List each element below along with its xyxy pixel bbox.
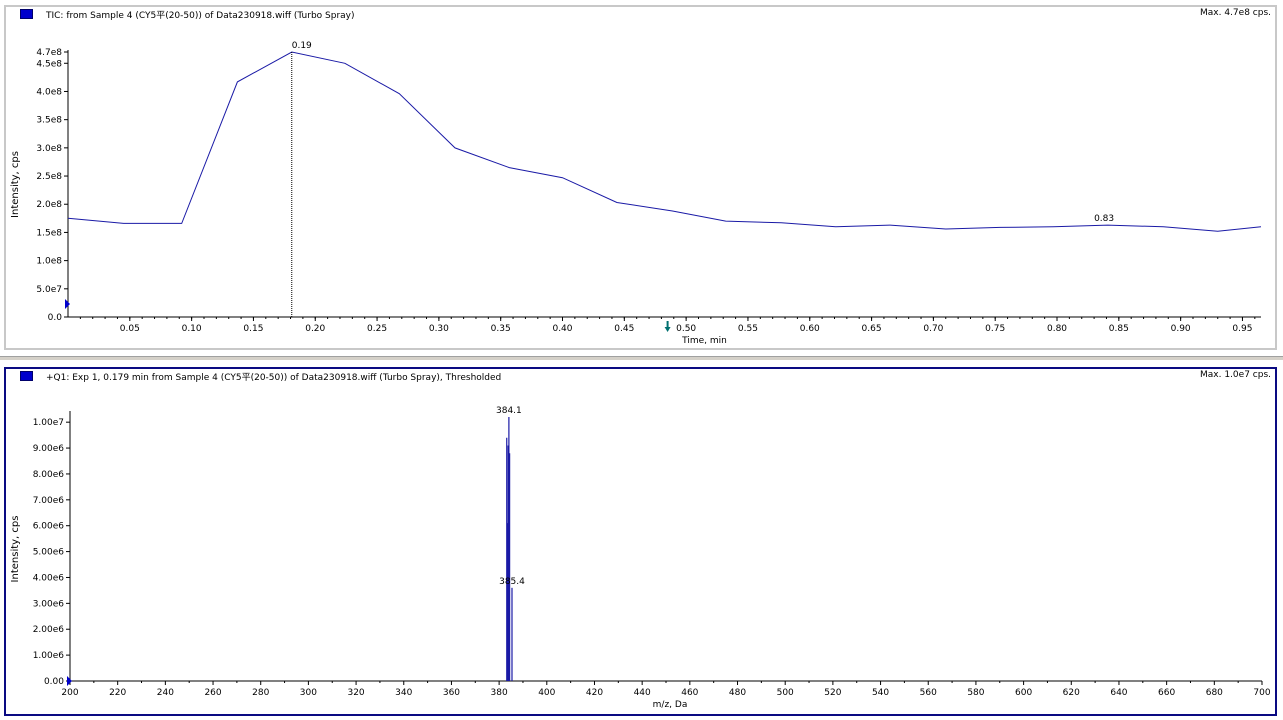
y-tick-label: 3.5e8 bbox=[36, 116, 62, 126]
x-tick-label: 480 bbox=[729, 688, 746, 698]
x-tick-label: 420 bbox=[586, 688, 603, 698]
x-tick-label: 0.20 bbox=[305, 324, 325, 334]
x-tick-label: 0.25 bbox=[367, 324, 387, 334]
x-tick-label: 620 bbox=[1063, 688, 1080, 698]
y-tick-label: 2.00e6 bbox=[33, 625, 65, 635]
x-tick-label: 0.85 bbox=[1109, 324, 1129, 334]
x-tick-label: 0.55 bbox=[738, 324, 758, 334]
peak-annotation: 0.19 bbox=[292, 41, 312, 51]
x-tick-label: 260 bbox=[204, 688, 221, 698]
x-tick-label: 400 bbox=[538, 688, 555, 698]
x-tick-label: 700 bbox=[1253, 688, 1270, 698]
x-tick-label: 680 bbox=[1206, 688, 1223, 698]
x-tick-label: 0.15 bbox=[243, 324, 263, 334]
x-tick-label: 580 bbox=[967, 688, 984, 698]
x-tick-label: 540 bbox=[872, 688, 889, 698]
peak-annotation: 0.83 bbox=[1094, 214, 1114, 224]
tic-chart[interactable]: 0.0 5.0e7 1.0e8 1.5e8 2.0e8 2.5e8 3.0e8 3.5e8 4.… bbox=[6, 7, 1275, 348]
x-tick-label: 500 bbox=[777, 688, 794, 698]
y-axis-label: Intensity, cps bbox=[10, 516, 21, 583]
x-tick-label: 440 bbox=[634, 688, 651, 698]
tic-trace-line bbox=[67, 51, 1262, 232]
x-tick-label: 0.90 bbox=[1171, 324, 1191, 334]
x-tick-label: 0.45 bbox=[614, 324, 634, 334]
tic-chromatogram-pane[interactable]: TIC: from Sample 4 (CY5平(20-50)) of Data… bbox=[4, 5, 1277, 350]
x-tick-label: 0.65 bbox=[862, 324, 882, 334]
y-tick-label: 0.0 bbox=[48, 313, 63, 323]
x-tick-label: 0.10 bbox=[182, 324, 202, 334]
x-tick-label: 0.35 bbox=[491, 324, 511, 334]
mass-spectrum-chart[interactable]: 0.00 1.00e6 2.00e6 3.00e6 4.00e6 5.00e6 6.00e6… bbox=[6, 369, 1275, 714]
y-tick-label: 4.5e8 bbox=[36, 59, 62, 69]
mass-spectrum-pane[interactable]: +Q1: Exp 1, 0.179 min from Sample 4 (CY5… bbox=[4, 367, 1277, 716]
x-tick-label: 0.60 bbox=[800, 324, 820, 334]
y-tick-label: 3.0e8 bbox=[36, 144, 62, 154]
x-tick-label: 320 bbox=[347, 688, 364, 698]
y-tick-label: 1.00e6 bbox=[33, 651, 65, 661]
y-tick-label: 2.0e8 bbox=[36, 200, 62, 210]
y-tick-label: 4.0e8 bbox=[36, 87, 62, 97]
x-tick-label: 0.05 bbox=[120, 324, 140, 334]
y-tick-label: 4.00e6 bbox=[33, 573, 65, 583]
peak-annotation: 385.4 bbox=[499, 577, 525, 587]
x-tick-label: 300 bbox=[300, 688, 317, 698]
y-tick-label: 1.5e8 bbox=[36, 228, 62, 238]
y-tick-label: 8.00e6 bbox=[33, 470, 65, 480]
x-tick-label: 600 bbox=[1015, 688, 1032, 698]
x-tick-label: 0.95 bbox=[1232, 324, 1252, 334]
x-tick-label: 340 bbox=[395, 688, 412, 698]
x-axis-label: Time, min bbox=[681, 336, 727, 346]
x-tick-label: 0.30 bbox=[429, 324, 449, 334]
x-tick-label: 220 bbox=[109, 688, 126, 698]
x-tick-label: 0.75 bbox=[985, 324, 1005, 334]
y-tick-label: 7.00e6 bbox=[33, 496, 65, 506]
x-tick-label: 0.70 bbox=[923, 324, 943, 334]
y-tick-label: 0.00 bbox=[44, 677, 64, 687]
y-tick-label: 5.0e7 bbox=[36, 285, 62, 295]
y-tick-label: 4.7e8 bbox=[36, 48, 62, 58]
x-tick-label: 380 bbox=[491, 688, 508, 698]
y-tick-label: 5.00e6 bbox=[33, 548, 65, 558]
x-tick-label: 520 bbox=[824, 688, 841, 698]
x-tick-label: 360 bbox=[443, 688, 460, 698]
x-tick-label: 640 bbox=[1110, 688, 1127, 698]
x-tick-label: 0.50 bbox=[676, 324, 696, 334]
y-axis-label: Intensity, cps bbox=[10, 151, 21, 218]
y-tick-label: 9.00e6 bbox=[33, 444, 65, 454]
x-tick-label: 460 bbox=[681, 688, 698, 698]
x-tick-label: 560 bbox=[920, 688, 937, 698]
x-tick-label: 240 bbox=[157, 688, 174, 698]
x-tick-label: 200 bbox=[61, 688, 78, 698]
y-tick-label: 1.00e7 bbox=[33, 418, 64, 428]
peak-annotation: 384.1 bbox=[496, 406, 522, 416]
x-tick-label: 0.80 bbox=[1047, 324, 1067, 334]
y-tick-label: 2.5e8 bbox=[36, 172, 62, 182]
x-axis-label: m/z, Da bbox=[653, 700, 688, 710]
y-tick-label: 1.0e8 bbox=[36, 257, 62, 267]
x-tick-label: 280 bbox=[252, 688, 269, 698]
y-tick-label: 3.00e6 bbox=[33, 599, 65, 609]
x-tick-label: 660 bbox=[1158, 688, 1175, 698]
x-cursor-arrow-icon bbox=[664, 327, 671, 332]
x-tick-label: 0.40 bbox=[552, 324, 572, 334]
y-tick-label: 6.00e6 bbox=[33, 522, 65, 532]
pane-splitter[interactable] bbox=[0, 356, 1283, 360]
